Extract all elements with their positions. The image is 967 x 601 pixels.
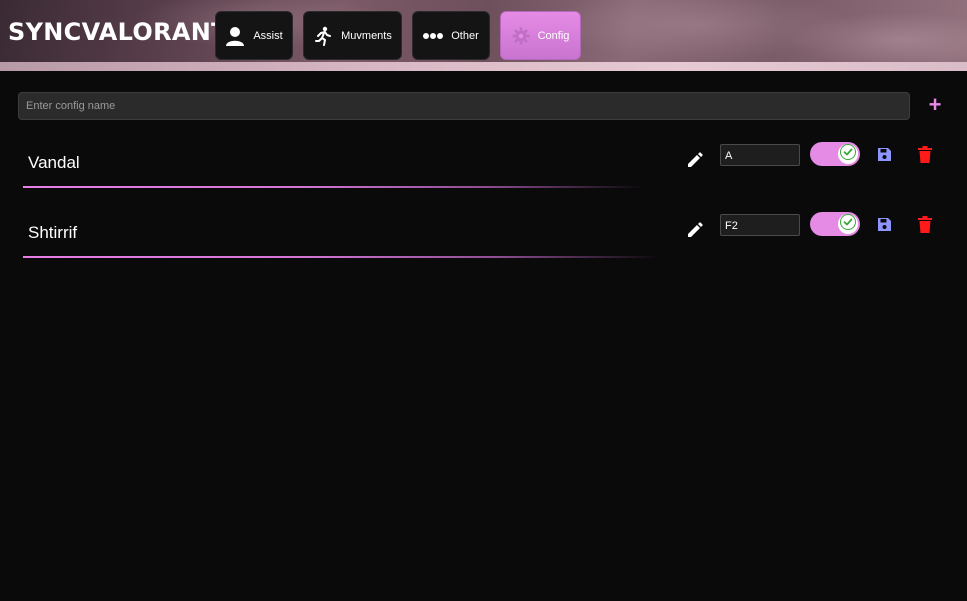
toggle-knob — [838, 143, 858, 165]
more-dots-icon — [423, 32, 444, 40]
tab-other-label: Other — [451, 29, 479, 42]
trash-icon[interactable] — [918, 216, 932, 233]
config-item-name: Vandal — [28, 153, 80, 172]
enable-toggle[interactable] — [810, 142, 860, 166]
plus-icon: + — [928, 92, 942, 117]
tab-assist[interactable]: Assist — [215, 11, 293, 60]
pencil-icon[interactable] — [686, 151, 704, 169]
tab-assist-label: Assist — [253, 29, 283, 42]
row-divider — [23, 256, 658, 258]
row-divider — [23, 186, 643, 188]
header-bar: SYNCVALORANT Assist Muvments Other Confi… — [0, 0, 967, 71]
header-accent-strip — [0, 62, 967, 71]
save-icon[interactable] — [877, 147, 892, 162]
tab-config[interactable]: Config — [500, 11, 581, 60]
app-title: SYNCVALORANT — [8, 18, 228, 46]
check-icon — [840, 143, 856, 165]
add-config-button[interactable]: + — [926, 94, 944, 116]
trash-icon[interactable] — [918, 146, 932, 163]
keybind-field[interactable]: F2 — [720, 214, 800, 236]
config-item-name: Shtirrif — [28, 223, 78, 242]
config-name-input[interactable] — [18, 92, 910, 120]
save-icon[interactable] — [877, 217, 892, 232]
tab-muvments[interactable]: Muvments — [303, 11, 402, 60]
user-icon — [225, 26, 245, 46]
toggle-knob — [838, 213, 858, 235]
tab-other[interactable]: Other — [412, 11, 490, 60]
gear-icon — [512, 26, 530, 45]
check-icon — [840, 213, 856, 235]
pencil-icon[interactable] — [686, 221, 704, 239]
running-icon — [313, 26, 333, 46]
tab-config-label: Config — [537, 29, 570, 42]
tab-muvments-label: Muvments — [341, 29, 392, 42]
enable-toggle[interactable] — [810, 212, 860, 236]
config-item: Vandal A — [0, 142, 967, 213]
config-item: Shtirrif F2 — [0, 212, 967, 283]
keybind-field[interactable]: A — [720, 144, 800, 166]
